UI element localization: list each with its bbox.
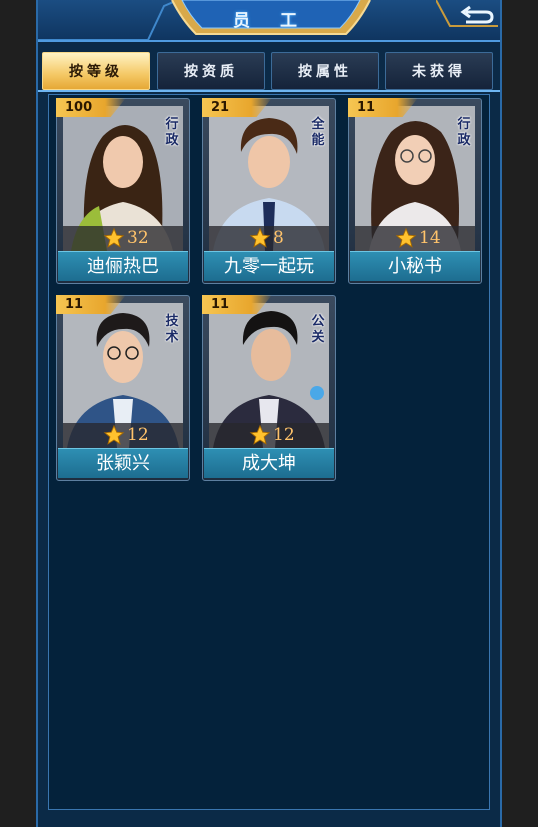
employee-window: 员 工 按等级 按资质 按属性 未获得 100 行 政 32 迪俪热巴 21 全… (36, 0, 502, 827)
star-icon (249, 227, 271, 248)
employee-role: 行政 (165, 117, 179, 148)
employee-name: 成大坤 (204, 448, 334, 478)
employee-role: 公关 (311, 314, 325, 345)
star-strip: 8 (209, 226, 329, 251)
employee-role: 技术 (165, 314, 179, 345)
star-icon (395, 227, 417, 248)
employee-card[interactable]: 11 技术 12 张颖兴 (56, 295, 190, 481)
employee-card[interactable]: 11 行政 14 小秘书 (348, 98, 482, 284)
tab-by-level[interactable]: 按等级 (42, 52, 150, 90)
star-strip: 32 (63, 226, 183, 251)
star-strip: 14 (355, 226, 475, 251)
back-button[interactable] (435, 0, 498, 40)
star-icon (249, 424, 271, 445)
employee-name: 张颖兴 (58, 448, 188, 478)
return-arrow-icon (435, 0, 498, 27)
star-count: 8 (273, 228, 284, 248)
header-ornament-left (38, 0, 178, 40)
filter-tabs: 按等级 按资质 按属性 未获得 (42, 52, 498, 92)
star-icon (103, 227, 125, 248)
title-plate: 员 工 (168, 0, 374, 40)
tab-not-obtained[interactable]: 未获得 (385, 52, 493, 90)
employee-level: 100 (65, 100, 93, 115)
employee-card[interactable]: 21 全能 8 九零一起玩 (202, 98, 336, 284)
employee-card[interactable]: 11 公关 12 成大坤 (202, 295, 336, 481)
star-strip: 12 (63, 423, 183, 448)
employee-name: 迪俪热巴 (58, 251, 188, 281)
tab-underline (38, 90, 500, 92)
employee-level: 11 (211, 297, 230, 312)
employee-role: 行政 (457, 117, 471, 148)
employee-level: 11 (357, 100, 376, 115)
employee-name: 九零一起玩 (204, 251, 334, 281)
star-count: 32 (127, 228, 149, 248)
tab-by-attribute[interactable]: 按属性 (271, 52, 379, 90)
employee-card[interactable]: 100 行政 32 迪俪热巴 (56, 98, 190, 284)
star-strip: 12 (209, 423, 329, 448)
tab-by-qualification[interactable]: 按资质 (157, 52, 265, 90)
star-count: 14 (419, 228, 441, 248)
employee-level: 21 (211, 100, 230, 115)
star-count: 12 (273, 425, 295, 445)
header-bar: 员 工 (38, 0, 500, 42)
employee-name: 小秘书 (350, 251, 480, 281)
employee-grid: 100 行政 32 迪俪热巴 21 全能 8 九零一起玩 11 行 政 14 小… (48, 94, 490, 810)
employee-role: 全能 (311, 117, 325, 148)
star-count: 12 (127, 425, 149, 445)
employee-level: 11 (65, 297, 84, 312)
star-icon (103, 424, 125, 445)
page-title: 员 工 (233, 11, 309, 31)
